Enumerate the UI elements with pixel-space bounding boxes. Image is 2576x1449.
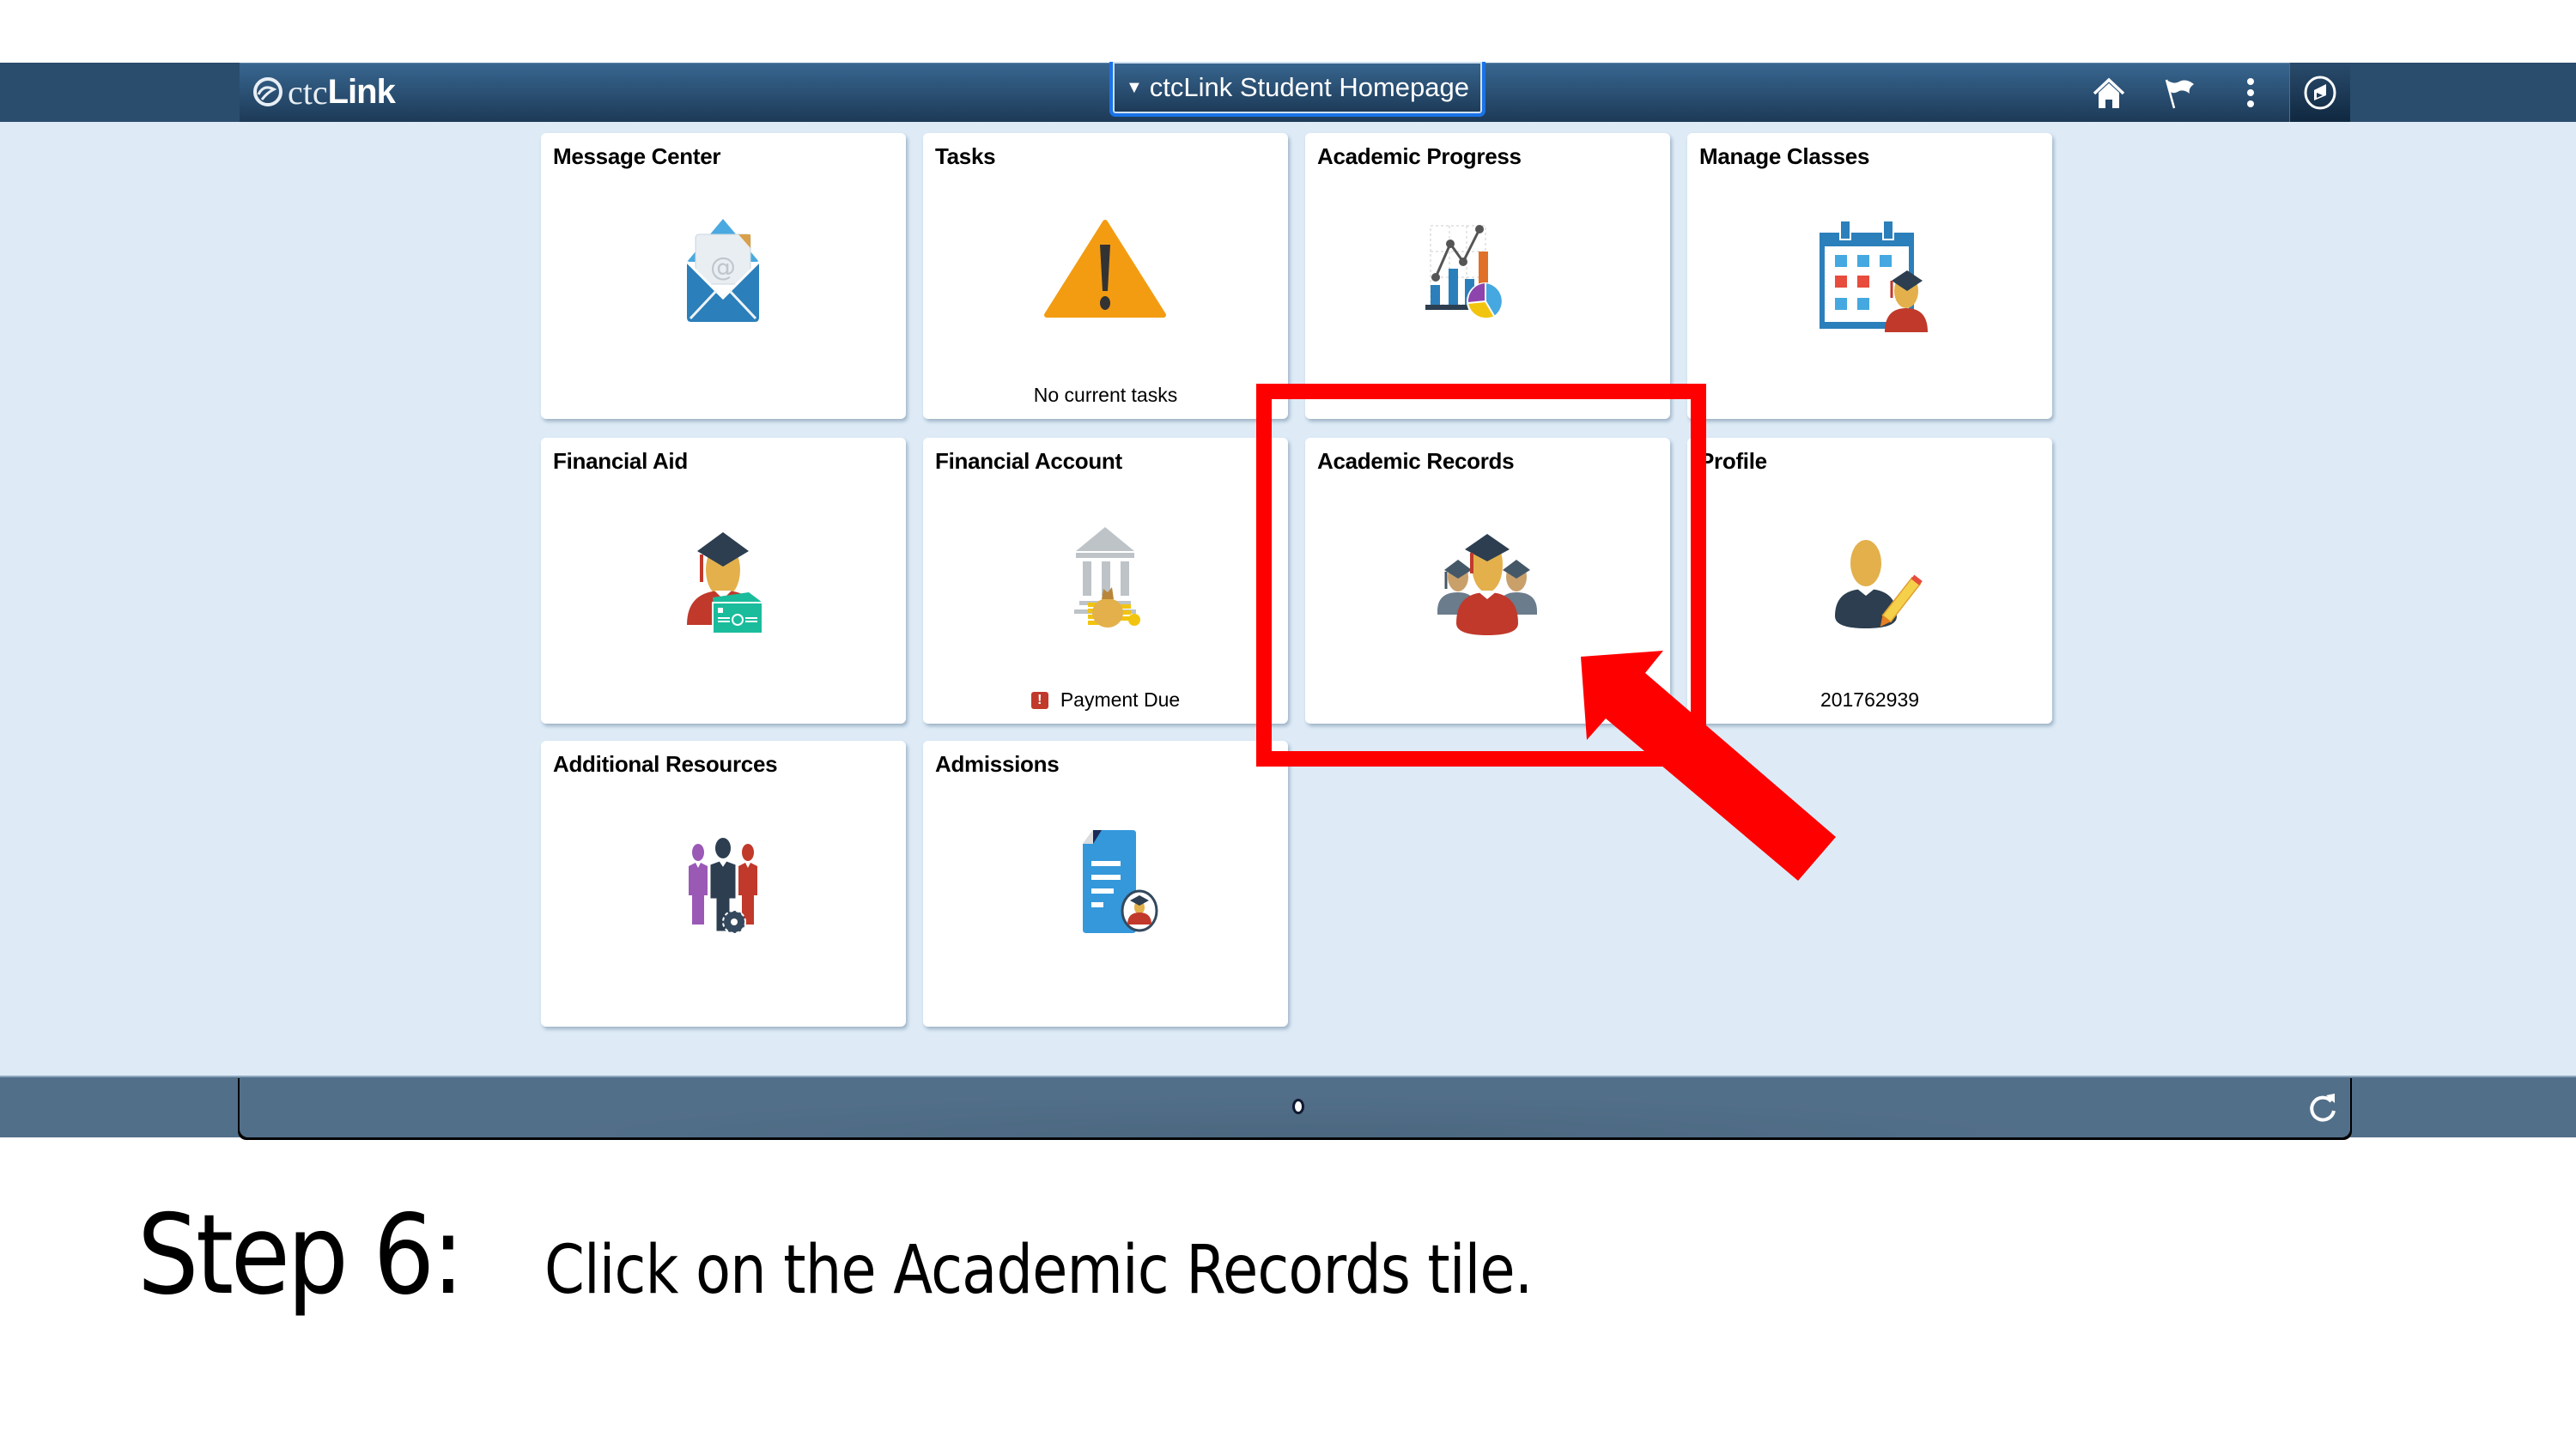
tile-financial-account[interactable]: Financial Account ! Payment Due — [923, 438, 1288, 724]
people-gear-icon — [689, 838, 757, 934]
tasks-status-text: No current tasks — [1033, 384, 1178, 406]
tile-admissions[interactable]: Admissions — [923, 741, 1288, 1027]
page-indicator-dot[interactable] — [1292, 1099, 1304, 1114]
tile-title: Tasks — [935, 143, 996, 169]
main-background — [0, 122, 2576, 1076]
step-label: Step 6: — [137, 1191, 465, 1319]
homepage-selector-label: ctcLink Student Homepage — [1149, 72, 1470, 102]
tile-message-center[interactable]: Message Center @ — [541, 133, 906, 419]
tile-title: Admissions — [935, 751, 1060, 777]
profile-id-text: 201762939 — [1820, 688, 1920, 711]
profile-id: 201762939 — [1687, 688, 2052, 712]
home-icon — [2093, 77, 2125, 108]
tile-title: Message Center — [553, 143, 721, 169]
refresh-button[interactable] — [2301, 1086, 2344, 1129]
dropdown-triangle-icon: ▼ — [1125, 77, 1143, 97]
payment-due-text: Payment Due — [1060, 688, 1181, 711]
chart-icon — [1425, 225, 1504, 320]
tile-financial-aid[interactable]: Financial Aid — [541, 438, 906, 724]
homepage-selector-dropdown[interactable]: ▼ ctcLink Student Homepage — [1109, 62, 1485, 117]
tile-profile[interactable]: Profile 201762939 — [1687, 438, 2052, 724]
actions-menu-button[interactable] — [2229, 72, 2272, 115]
logo-text-prefix: ctc — [288, 72, 328, 112]
tile-manage-classes[interactable]: Manage Classes — [1687, 133, 2052, 419]
notifications-flag-button[interactable] — [2158, 72, 2201, 115]
tile-title: Academic Records — [1317, 448, 1515, 474]
instruction-caption: Step 6: Click on the Academic Records ti… — [137, 1191, 1693, 1319]
graduate-money-icon — [687, 532, 763, 634]
tile-title: Additional Resources — [553, 751, 778, 777]
tile-title: Financial Account — [935, 448, 1122, 474]
warning-icon — [1044, 220, 1166, 318]
ctclink-swirl-icon — [253, 77, 283, 106]
tile-academic-records[interactable]: Academic Records — [1305, 438, 1670, 724]
envelope-icon: @ — [685, 219, 761, 322]
alert-icon: ! — [1030, 691, 1048, 709]
logo-text-suffix: Link — [327, 72, 396, 111]
tile-title: Financial Aid — [553, 448, 688, 474]
svg-text:@: @ — [710, 252, 736, 282]
tile-title: Academic Progress — [1317, 143, 1522, 169]
flag-icon — [2165, 79, 2194, 109]
graduates-icon — [1437, 534, 1537, 635]
profile-edit-icon — [1835, 540, 1923, 628]
payment-due-status[interactable]: ! Payment Due — [923, 688, 1288, 712]
tile-title: Manage Classes — [1699, 143, 1870, 169]
tile-academic-progress[interactable]: Academic Progress — [1305, 133, 1670, 419]
step-instruction: Click on the Academic Records tile. — [544, 1232, 1533, 1309]
tasks-status: No current tasks — [923, 384, 1288, 407]
refresh-icon — [2310, 1094, 2336, 1122]
navbar-button[interactable] — [2289, 63, 2350, 122]
bank-icon — [1074, 527, 1140, 627]
tile-additional-resources[interactable]: Additional Resources — [541, 741, 906, 1027]
tile-title: Profile — [1699, 448, 1767, 474]
navbar-compass-icon — [2304, 76, 2336, 109]
ctclink-logo[interactable]: ctc Link — [252, 72, 396, 112]
actions-menu-icon — [2247, 78, 2254, 107]
tile-tasks[interactable]: Tasks No current tasks — [923, 133, 1288, 419]
app-header: ctc Link ▼ ctcLink Student Homepage — [240, 62, 2350, 122]
calendar-student-icon — [1820, 220, 1928, 332]
app-footer — [240, 1076, 2350, 1137]
home-button[interactable] — [2087, 72, 2130, 115]
document-graduate-icon — [1083, 830, 1158, 933]
